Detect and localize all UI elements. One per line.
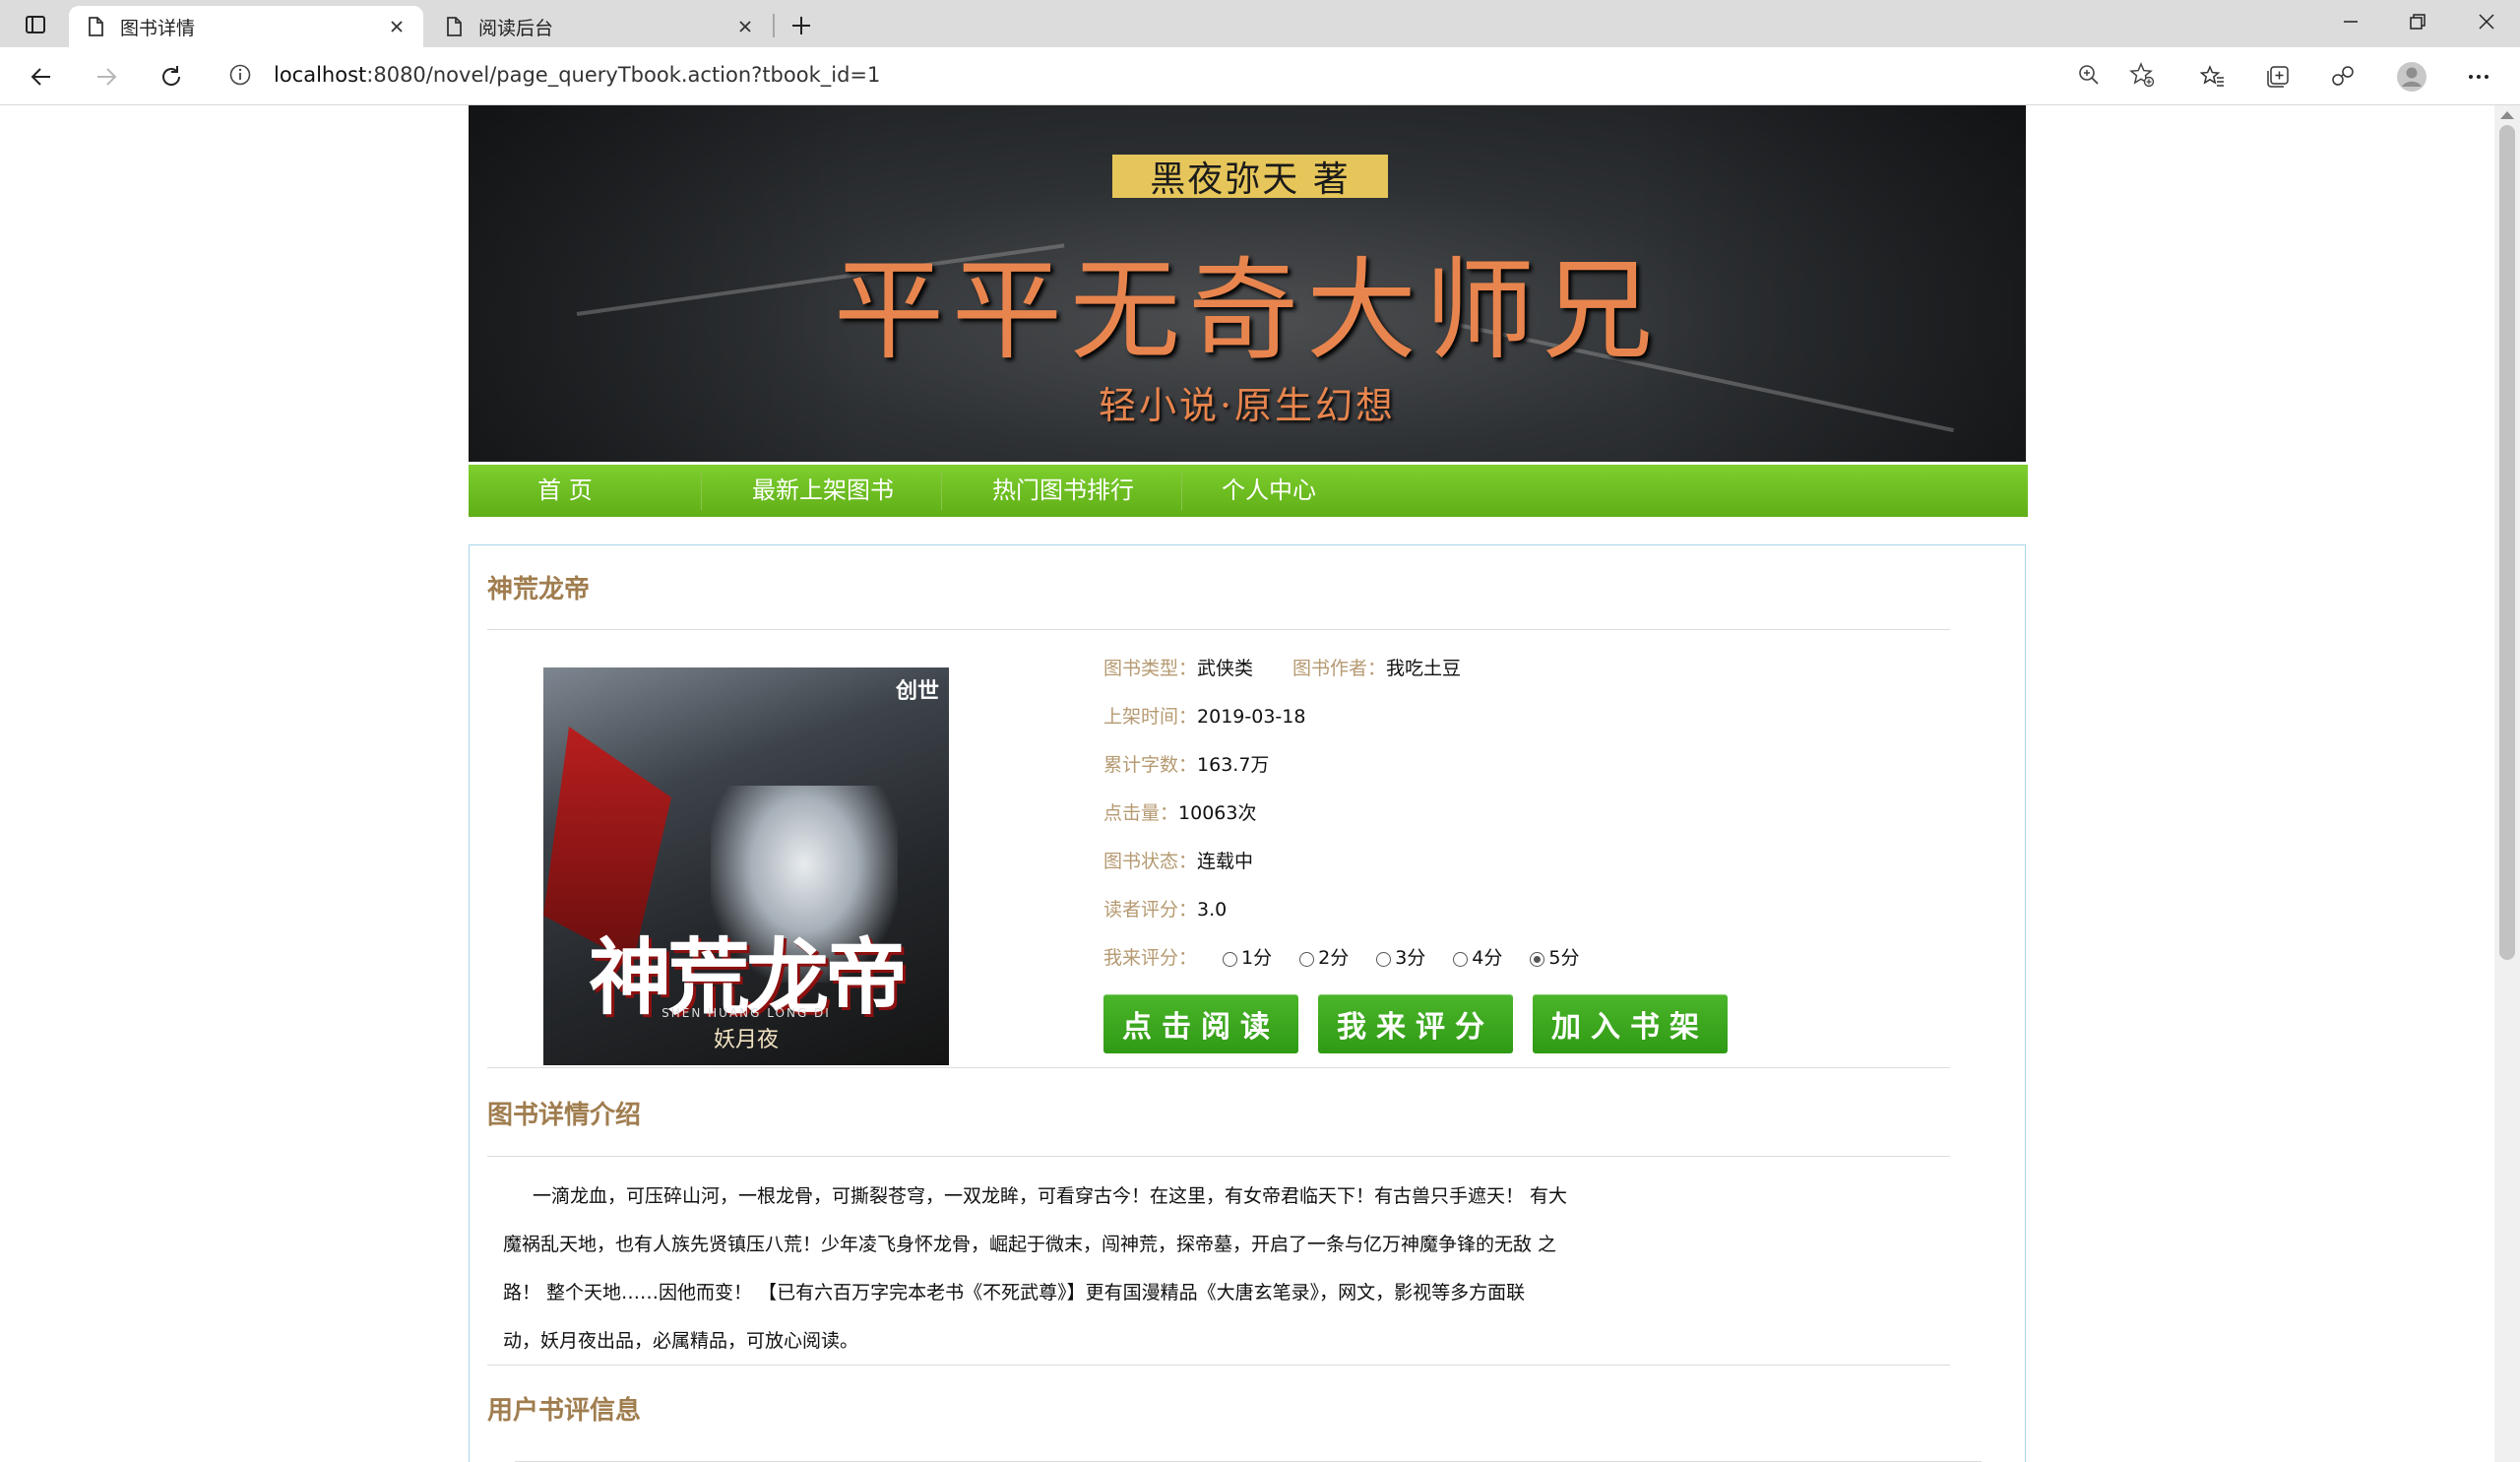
banner-title: 平平无奇大师兄 xyxy=(834,247,1661,375)
my-rating-label: 我来评分： xyxy=(1103,947,1198,969)
rating-option-3: 3分 xyxy=(1395,947,1426,969)
divider xyxy=(487,1156,1950,1157)
cover-publisher-logo: 创世 xyxy=(895,679,939,704)
forward-arrow-icon[interactable] xyxy=(85,55,128,98)
book-name: 神荒龙帝 xyxy=(487,575,591,604)
favorites-icon[interactable] xyxy=(2191,55,2235,98)
url-host: localhost xyxy=(274,63,367,87)
page-viewport: 黑夜弥天 著 平平无奇大师兄 轻小说·原生幻想 首 页 最新上架图书 热门图书排… xyxy=(0,105,2494,1462)
my-rating-group: 我来评分： 1分 2分 3分 4分 5分 xyxy=(1103,943,1579,970)
cover-author: 妖月夜 xyxy=(713,1028,779,1052)
menu-divider xyxy=(941,471,942,510)
rating-label: 读者评分： xyxy=(1103,899,1198,921)
tab-title: 图书详情 xyxy=(120,17,196,39)
detail-section-title: 图书详情介绍 xyxy=(487,1101,642,1130)
banner-author: 黑夜弥天 著 xyxy=(1112,155,1388,200)
rating-option-1: 1分 xyxy=(1241,947,1273,969)
read-button[interactable]: 点击阅读 xyxy=(1103,994,1298,1053)
rating-option-2: 2分 xyxy=(1318,947,1350,969)
banner-subtitle: 轻小说·原生幻想 xyxy=(1098,384,1397,427)
refresh-icon[interactable] xyxy=(150,55,193,98)
info-type-author: 图书类型：武侠类 图书作者：我吃土豆 xyxy=(1103,654,1461,680)
menu-item-home[interactable]: 首 页 xyxy=(498,465,632,517)
scroll-thumb[interactable] xyxy=(2499,125,2515,960)
comments-section-title: 用户书评信息 xyxy=(487,1396,642,1426)
author-value: 我吃土豆 xyxy=(1386,658,1462,679)
url-path: :8080/novel/page_queryTbook.action?tbook… xyxy=(366,63,881,87)
rating-option-5: 5分 xyxy=(1548,947,1580,969)
detail-line: 魔祸乱天地，也有人族先贤镇压八荒！少年凌飞身怀龙骨，崛起于微末，闯神荒，探帝墓，… xyxy=(503,1234,1557,1255)
close-tab-icon[interactable] xyxy=(734,16,756,37)
type-value: 武侠类 xyxy=(1197,658,1254,679)
tab-divider xyxy=(773,14,775,37)
tab-title: 阅读后台 xyxy=(478,17,554,39)
info-words: 累计字数：163.7万 xyxy=(1103,750,1269,777)
menu-item-user-center[interactable]: 个人中心 xyxy=(1185,465,1353,517)
menu-item-new-books[interactable]: 最新上架图书 xyxy=(705,465,941,517)
divider xyxy=(487,1067,1950,1068)
tab-book-detail[interactable]: 图书详情 xyxy=(69,6,423,47)
minimize-icon[interactable] xyxy=(2321,4,2380,39)
site-info-icon[interactable] xyxy=(228,63,252,87)
add-to-shelf-button[interactable]: 加入书架 xyxy=(1533,994,1728,1053)
more-options-icon[interactable] xyxy=(2457,55,2500,98)
date-value: 2019-03-18 xyxy=(1197,706,1306,728)
banner: 黑夜弥天 著 平平无奇大师兄 轻小说·原生幻想 xyxy=(469,105,2026,462)
browser-toolbar: localhost:8080/novel/page_queryTbook.act… xyxy=(0,47,2520,105)
clicks-label: 点击量： xyxy=(1103,802,1179,824)
detail-line: 一滴龙血，可压碎山河，一根龙骨，可撕裂苍穹，一双龙眸，可看穿古今！在这里，有女帝… xyxy=(533,1185,1568,1207)
words-label: 累计字数： xyxy=(1103,754,1198,776)
restore-icon[interactable] xyxy=(2388,4,2447,39)
rating-radio-2[interactable] xyxy=(1299,952,1315,967)
rating-radio-4[interactable] xyxy=(1453,952,1469,967)
author-label: 图书作者： xyxy=(1292,658,1387,679)
scroll-up-arrow-icon[interactable] xyxy=(2500,111,2514,119)
vertical-scrollbar[interactable] xyxy=(2494,105,2520,1462)
rate-button[interactable]: 我来评分 xyxy=(1318,994,1513,1053)
rating-option-4: 4分 xyxy=(1472,947,1503,969)
detail-line: 动，妖月夜出品，必属精品，可放心阅读。 xyxy=(503,1330,859,1352)
collections-icon[interactable] xyxy=(2256,55,2300,98)
divider xyxy=(487,629,1950,630)
type-label: 图书类型： xyxy=(1103,658,1198,679)
status-value: 连载中 xyxy=(1197,851,1254,872)
detail-line: 路！ 整个天地……因他而变！ 【已有六百万字完本老书《不死武尊》】更有国漫精品《… xyxy=(503,1282,1526,1303)
close-window-icon[interactable] xyxy=(2457,4,2516,39)
info-clicks: 点击量：10063次 xyxy=(1103,798,1256,825)
divider xyxy=(487,1365,1950,1366)
new-tab-plus-icon[interactable] xyxy=(784,8,819,43)
date-label: 上架时间： xyxy=(1103,706,1198,728)
status-label: 图书状态： xyxy=(1103,851,1198,872)
close-tab-icon[interactable] xyxy=(386,16,408,37)
main-menu: 首 页 最新上架图书 热门图书排行 个人中心 xyxy=(469,465,2028,517)
menu-divider xyxy=(701,471,702,510)
book-cover-image: 创世 神荒龙帝 SHEN HUANG LONG DI 妖月夜 xyxy=(543,667,949,1065)
add-favorite-icon[interactable] xyxy=(2122,55,2162,95)
info-date: 上架时间：2019-03-18 xyxy=(1103,702,1305,729)
menu-item-hot-ranking[interactable]: 热门图书排行 xyxy=(945,465,1181,517)
rating-value: 3.0 xyxy=(1197,899,1228,921)
tab-reading-admin[interactable]: 阅读后台 xyxy=(427,6,772,47)
cover-pinyin: SHEN HUANG LONG DI xyxy=(662,1006,831,1020)
rating-radio-3[interactable] xyxy=(1376,952,1392,967)
info-status: 图书状态：连载中 xyxy=(1103,847,1253,873)
words-value: 163.7万 xyxy=(1197,754,1270,776)
tab-actions-icon[interactable] xyxy=(14,10,57,39)
menu-divider xyxy=(1181,471,1182,510)
zoom-icon[interactable] xyxy=(2069,55,2109,95)
back-arrow-icon[interactable] xyxy=(20,55,63,98)
extensions-icon[interactable] xyxy=(2321,55,2364,98)
rating-radio-1[interactable] xyxy=(1223,952,1238,967)
page-icon xyxy=(85,16,106,37)
book-detail-panel: 神荒龙帝 创世 神荒龙帝 SHEN HUANG LONG DI 妖月夜 图书类型… xyxy=(469,544,2026,1462)
address-bar[interactable]: localhost:8080/novel/page_queryTbook.act… xyxy=(215,51,2168,98)
url-text: localhost:8080/novel/page_queryTbook.act… xyxy=(274,63,880,87)
info-rating: 读者评分：3.0 xyxy=(1103,895,1227,922)
clicks-value: 10063次 xyxy=(1178,802,1257,824)
page-icon xyxy=(443,16,465,37)
rating-radio-5[interactable] xyxy=(1530,952,1545,967)
profile-avatar-icon[interactable] xyxy=(2390,55,2433,98)
browser-tab-bar: 图书详情 阅读后台 xyxy=(0,0,2520,47)
